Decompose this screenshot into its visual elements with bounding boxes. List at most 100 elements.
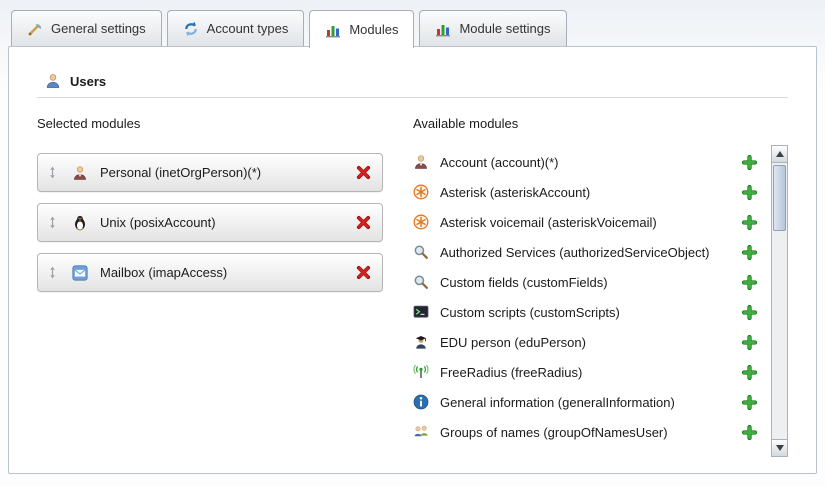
chart-icon bbox=[435, 21, 451, 37]
refresh-icon bbox=[183, 21, 199, 37]
chart-icon bbox=[325, 22, 341, 38]
add-module-button[interactable] bbox=[742, 215, 757, 230]
available-module-row-asterisk: Asterisk (asteriskAccount) bbox=[413, 177, 769, 207]
antenna-icon bbox=[413, 364, 429, 380]
add-module-button[interactable] bbox=[742, 365, 757, 380]
add-icon bbox=[742, 365, 757, 380]
tab-module-settings[interactable]: Module settings bbox=[419, 10, 566, 46]
module-label: General information (generalInformation) bbox=[440, 395, 742, 410]
available-modules-scrollbar[interactable] bbox=[771, 145, 788, 457]
person-icon bbox=[413, 154, 429, 170]
magnifier-icon bbox=[413, 274, 429, 290]
add-module-button[interactable] bbox=[742, 275, 757, 290]
available-module-row-groups-of-names: Groups of names (groupOfNamesUser) bbox=[413, 417, 769, 447]
available-module-row-asterisk-voicemail: Asterisk voicemail (asteriskVoicemail) bbox=[413, 207, 769, 237]
delete-icon bbox=[356, 215, 371, 230]
modules-panel: Users Selected modules Personal (inetOrg… bbox=[8, 46, 817, 474]
module-label: Unix (posixAccount) bbox=[100, 215, 356, 230]
scrollbar-down-button[interactable] bbox=[772, 439, 787, 456]
lam-configuration-page: General settings Account types Modules M… bbox=[0, 0, 825, 486]
available-module-row-general-information: General information (generalInformation) bbox=[413, 387, 769, 417]
available-module-row-edu-person: EDU person (eduPerson) bbox=[413, 327, 769, 357]
tab-general-settings[interactable]: General settings bbox=[11, 10, 162, 46]
magnifier-icon bbox=[413, 244, 429, 260]
add-icon bbox=[742, 335, 757, 350]
scrollbar-thumb[interactable] bbox=[773, 165, 786, 231]
add-icon bbox=[742, 275, 757, 290]
add-module-button[interactable] bbox=[742, 185, 757, 200]
add-icon bbox=[742, 245, 757, 260]
tab-label: Account types bbox=[207, 21, 289, 36]
heading-divider bbox=[37, 97, 788, 98]
selected-module-row-unix: Unix (posixAccount) bbox=[37, 203, 383, 242]
tab-label: Module settings bbox=[459, 21, 550, 36]
delete-icon bbox=[356, 265, 371, 280]
add-module-button[interactable] bbox=[742, 155, 757, 170]
module-label: EDU person (eduPerson) bbox=[440, 335, 742, 350]
delete-icon bbox=[356, 165, 371, 180]
drag-handle-icon[interactable] bbox=[46, 166, 59, 179]
add-module-button[interactable] bbox=[742, 245, 757, 260]
group-icon bbox=[413, 424, 429, 440]
remove-module-button[interactable] bbox=[356, 165, 371, 180]
scroll-up-arrow-icon bbox=[776, 151, 784, 157]
tab-account-types[interactable]: Account types bbox=[167, 10, 305, 46]
add-module-button[interactable] bbox=[742, 335, 757, 350]
module-label: Asterisk (asteriskAccount) bbox=[440, 185, 742, 200]
add-icon bbox=[742, 395, 757, 410]
module-label: Authorized Services (authorizedServiceOb… bbox=[440, 245, 742, 260]
available-module-row-freeradius: FreeRadius (freeRadius) bbox=[413, 357, 769, 387]
available-modules-body: Account (account)(*) Asterisk (asteriskA… bbox=[413, 145, 788, 457]
selected-modules-column: Selected modules Personal (inetOrgPerson… bbox=[37, 116, 383, 457]
scrollbar-track[interactable] bbox=[772, 163, 787, 439]
graduate-icon bbox=[413, 334, 429, 350]
add-icon bbox=[742, 185, 757, 200]
add-icon bbox=[742, 155, 757, 170]
add-icon bbox=[742, 215, 757, 230]
remove-module-button[interactable] bbox=[356, 215, 371, 230]
module-label: Groups of names (groupOfNamesUser) bbox=[440, 425, 742, 440]
module-label: Mailbox (imapAccess) bbox=[100, 265, 356, 280]
module-label: Custom fields (customFields) bbox=[440, 275, 742, 290]
tab-label: Modules bbox=[349, 22, 398, 37]
drag-handle-icon[interactable] bbox=[46, 266, 59, 279]
selected-module-row-mailbox: Mailbox (imapAccess) bbox=[37, 253, 383, 292]
module-label: Custom scripts (customScripts) bbox=[440, 305, 742, 320]
remove-module-button[interactable] bbox=[356, 265, 371, 280]
module-label: Personal (inetOrgPerson)(*) bbox=[100, 165, 356, 180]
add-module-button[interactable] bbox=[742, 395, 757, 410]
selected-module-row-personal: Personal (inetOrgPerson)(*) bbox=[37, 153, 383, 192]
tab-modules[interactable]: Modules bbox=[309, 10, 414, 48]
available-modules-list: Account (account)(*) Asterisk (asteriskA… bbox=[413, 145, 769, 447]
drag-handle-icon[interactable] bbox=[46, 216, 59, 229]
asterisk-icon bbox=[413, 214, 429, 230]
tab-bar: General settings Account types Modules M… bbox=[11, 10, 817, 46]
available-modules-column: Available modules Account (account)(*) bbox=[413, 116, 788, 457]
available-module-row-custom-scripts: Custom scripts (customScripts) bbox=[413, 297, 769, 327]
terminal-icon bbox=[413, 304, 429, 320]
module-label: FreeRadius (freeRadius) bbox=[440, 365, 742, 380]
module-columns: Selected modules Personal (inetOrgPerson… bbox=[37, 116, 788, 457]
available-module-row-authorized-services: Authorized Services (authorizedServiceOb… bbox=[413, 237, 769, 267]
available-module-row-custom-fields: Custom fields (customFields) bbox=[413, 267, 769, 297]
add-module-button[interactable] bbox=[742, 425, 757, 440]
add-icon bbox=[742, 305, 757, 320]
selected-modules-heading: Selected modules bbox=[37, 116, 383, 131]
info-icon bbox=[413, 394, 429, 410]
account-type-title: Users bbox=[70, 74, 106, 89]
account-type-heading: Users bbox=[45, 73, 788, 89]
tools-icon bbox=[27, 21, 43, 37]
user-icon bbox=[45, 73, 61, 89]
scroll-down-arrow-icon bbox=[776, 445, 784, 451]
add-module-button[interactable] bbox=[742, 305, 757, 320]
tab-label: General settings bbox=[51, 21, 146, 36]
add-icon bbox=[742, 425, 757, 440]
mail-icon bbox=[72, 265, 88, 281]
available-modules-heading: Available modules bbox=[413, 116, 788, 131]
penguin-icon bbox=[72, 215, 88, 231]
available-module-row-account: Account (account)(*) bbox=[413, 147, 769, 177]
asterisk-icon bbox=[413, 184, 429, 200]
person-icon bbox=[72, 165, 88, 181]
scrollbar-up-button[interactable] bbox=[772, 146, 787, 163]
module-label: Asterisk voicemail (asteriskVoicemail) bbox=[440, 215, 742, 230]
